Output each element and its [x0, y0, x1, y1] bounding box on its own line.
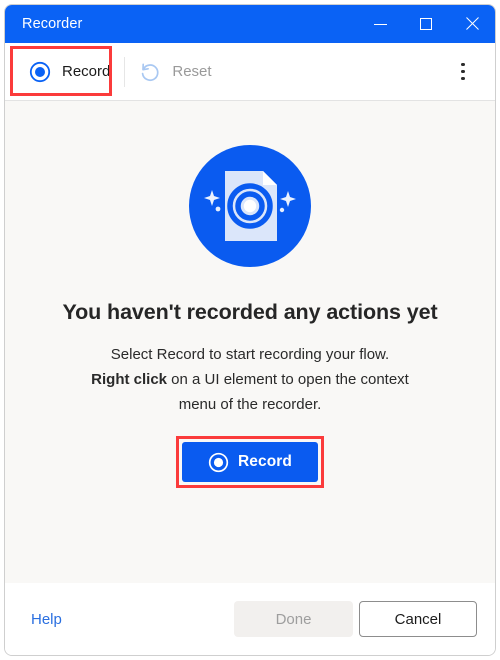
description-line-1: Select Record to start recording your fl… — [110, 346, 390, 363]
minimize-icon — [373, 23, 387, 25]
toolbar-reset-label: Reset — [172, 63, 212, 80]
record-cta-label: Record — [237, 453, 292, 470]
window-controls — [357, 5, 495, 43]
close-button[interactable] — [449, 5, 495, 43]
minimize-button[interactable] — [357, 5, 403, 43]
cancel-button[interactable]: Cancel — [359, 601, 477, 637]
footer-actions: Done Cancel — [234, 601, 477, 637]
toolbar: Record Reset — [5, 43, 495, 101]
record-cta-button[interactable]: Record — [182, 442, 318, 482]
maximize-button[interactable] — [403, 5, 449, 43]
undo-arrow-icon — [142, 63, 159, 81]
close-icon — [464, 16, 480, 32]
window-title: Recorder — [22, 16, 83, 32]
recorder-document-target-icon — [189, 145, 311, 267]
description-bold-phrase: Right click — [91, 371, 168, 388]
help-link[interactable]: Help — [31, 611, 62, 628]
description-line-2: on a UI element to open the context — [167, 371, 409, 388]
toolbar-record-label: Record — [62, 63, 111, 80]
toolbar-reset-button[interactable]: Reset — [129, 52, 221, 92]
title-bar: Recorder — [5, 5, 495, 43]
done-button[interactable]: Done — [234, 601, 353, 637]
more-vertical-icon[interactable] — [453, 60, 473, 84]
toolbar-record-button[interactable]: Record — [19, 52, 120, 92]
record-circle-icon — [208, 452, 229, 472]
page-title: You haven't recorded any actions yet — [62, 300, 438, 324]
toolbar-divider — [124, 56, 126, 87]
record-cta-wrapper: Record — [176, 436, 324, 488]
main-content: You haven't recorded any actions yet Sel… — [5, 101, 495, 583]
footer-bar: Help Done Cancel — [5, 583, 495, 655]
recorder-window: Recorder Record Reset You haven't record… — [4, 4, 496, 656]
record-circle-icon — [29, 61, 51, 82]
description-line-3: menu of the recorder. — [178, 396, 322, 413]
empty-state-description: Select Record to start recording your fl… — [54, 342, 446, 417]
maximize-icon — [420, 18, 432, 30]
